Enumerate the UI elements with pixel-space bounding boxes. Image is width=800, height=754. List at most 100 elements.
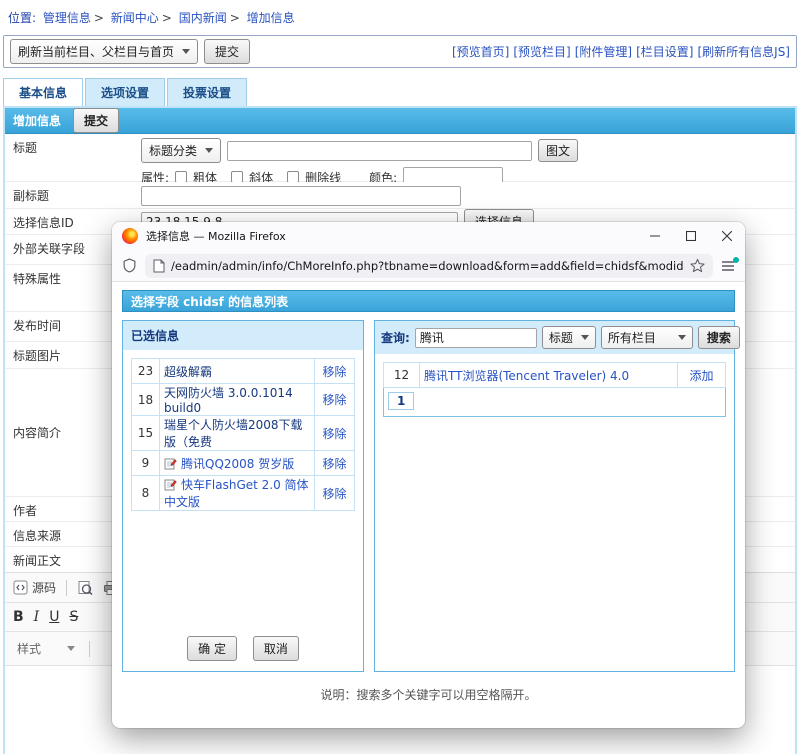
result-id: 12: [384, 363, 420, 388]
search-field-value: 标题: [549, 329, 573, 346]
selected-info-header: 已选信息: [123, 321, 363, 350]
bold-button[interactable]: B: [13, 609, 24, 625]
title-category-select[interactable]: 标题分类: [141, 138, 221, 163]
refresh-submit-button[interactable]: 提交: [204, 39, 250, 64]
info-id: 15: [132, 416, 160, 451]
breadcrumb-separator: >: [94, 11, 104, 25]
search-button[interactable]: 搜索: [698, 326, 740, 349]
chevron-down-icon: [678, 335, 686, 340]
info-id: 18: [132, 384, 160, 416]
subtitle-label: 副标题: [5, 182, 135, 208]
info-title-link[interactable]: 腾讯QQ2008 贺岁版: [160, 451, 315, 476]
refresh-all-js-link[interactable]: [刷新所有信息JS]: [697, 43, 790, 60]
column-select[interactable]: 所有栏目: [601, 326, 693, 349]
browser-urlbar: /eadmin/admin/info/ChMoreInfo.php?tbname…: [112, 250, 745, 282]
attachment-manage-link[interactable]: [附件管理]: [575, 43, 632, 60]
page-number[interactable]: 1: [388, 392, 414, 410]
breadcrumb-separator: >: [230, 11, 240, 25]
notification-dot: [733, 257, 739, 263]
close-button[interactable]: [709, 222, 745, 250]
info-title-link[interactable]: 快车FlashGet 2.0 简体中文版: [160, 476, 315, 511]
title-input[interactable]: [227, 141, 532, 161]
source-code-icon: [13, 580, 28, 595]
cancel-button[interactable]: 取消: [253, 636, 299, 661]
breadcrumb-separator: >: [162, 11, 172, 25]
refresh-scope-select[interactable]: 刷新当前栏目、父栏目与首页: [10, 39, 198, 64]
search-field-select[interactable]: 标题: [542, 326, 596, 349]
breadcrumb-link-manage-info[interactable]: 管理信息: [43, 11, 91, 25]
title-row: 标题 标题分类 图文 属性: 粗体 斜体 删除线 颜色:: [5, 134, 795, 182]
remove-link[interactable]: 移除: [315, 476, 355, 511]
search-panel: 查询: 标题 所有栏目 搜索 12 腾讯TT浏览器(Tencen: [374, 320, 735, 672]
strikethrough-button[interactable]: S: [69, 609, 78, 625]
info-title: 瑞星个人防火墙2008下载版（免费: [160, 416, 315, 451]
table-row: 8 快车FlashGet 2.0 简体中文版 移除: [132, 476, 355, 511]
maximize-button[interactable]: [673, 222, 709, 250]
toolbar-divider: [89, 641, 90, 657]
subtitle-input[interactable]: [141, 186, 461, 206]
remove-link[interactable]: 移除: [315, 359, 355, 384]
column-settings-link[interactable]: [栏目设置]: [636, 43, 693, 60]
breadcrumb-link-news-center[interactable]: 新闻中心: [111, 11, 159, 25]
firefox-icon: [122, 228, 138, 244]
tab-basic-info[interactable]: 基本信息: [3, 78, 83, 106]
form-header: 增加信息 提交: [5, 108, 795, 134]
url-field[interactable]: /eadmin/admin/info/ChMoreInfo.php?tbname…: [145, 254, 713, 278]
shield-icon[interactable]: [122, 258, 137, 273]
bookmark-star-icon[interactable]: [690, 258, 705, 273]
edit-icon: [164, 478, 177, 491]
info-id: 9: [132, 451, 160, 476]
minimize-button[interactable]: [637, 222, 673, 250]
breadcrumb-current-add-info[interactable]: 增加信息: [247, 11, 295, 25]
window-titlebar[interactable]: 选择信息 — Mozilla Firefox: [112, 222, 745, 250]
style-select[interactable]: 样式: [13, 638, 79, 659]
add-link[interactable]: 添加: [678, 363, 726, 388]
preview-column-link[interactable]: [预览栏目]: [513, 43, 570, 60]
breadcrumb-label: 位置:: [8, 11, 36, 25]
underline-button[interactable]: U: [49, 609, 59, 625]
popup-body: 选择字段 chidsf 的信息列表 已选信息 23 超级解霸 移除 18 天网防…: [112, 282, 745, 703]
form-submit-button[interactable]: 提交: [73, 108, 119, 133]
title-label: 标题: [5, 134, 135, 181]
table-row: 23 超级解霸 移除: [132, 359, 355, 384]
close-icon: [722, 231, 732, 241]
subtitle-row: 副标题: [5, 182, 795, 209]
chevron-down-icon: [67, 646, 75, 651]
ok-button[interactable]: 确 定: [187, 636, 237, 661]
popup-note: 说明：搜索多个关键字可以用空格隔开。: [122, 686, 735, 703]
source-code-label: 源码: [32, 579, 56, 596]
source-code-button[interactable]: 源码: [13, 579, 56, 596]
page-icon: [153, 259, 165, 273]
list-header: 选择字段 chidsf 的信息列表: [122, 290, 735, 312]
breadcrumb-link-domestic-news[interactable]: 国内新闻: [179, 11, 227, 25]
form-header-title: 增加信息: [13, 112, 61, 129]
query-input[interactable]: [415, 328, 537, 348]
preview-home-link[interactable]: [预览首页]: [452, 43, 509, 60]
tab-vote-settings[interactable]: 投票设置: [167, 78, 247, 106]
url-text: /eadmin/admin/info/ChMoreInfo.php?tbname…: [171, 259, 684, 273]
query-label: 查询:: [381, 329, 410, 346]
dialog-buttons: 确 定 取消: [123, 636, 363, 661]
maximize-icon: [686, 231, 696, 241]
remove-link[interactable]: 移除: [315, 451, 355, 476]
chevron-down-icon: [205, 148, 213, 153]
search-result-table: 12 腾讯TT浏览器(Tencent Traveler) 4.0 添加 1: [383, 362, 726, 417]
style-select-value: 样式: [17, 640, 41, 657]
remove-link[interactable]: 移除: [315, 384, 355, 416]
preview-button[interactable]: [77, 580, 93, 596]
result-title-link[interactable]: 腾讯TT浏览器(Tencent Traveler) 4.0: [420, 363, 678, 388]
remove-link[interactable]: 移除: [315, 416, 355, 451]
refresh-scope-select-value: 刷新当前栏目、父栏目与首页: [18, 43, 174, 60]
table-row: 9 腾讯QQ2008 贺岁版 移除: [132, 451, 355, 476]
window-controls: [637, 222, 745, 250]
italic-button[interactable]: I: [34, 609, 40, 625]
chevron-down-icon: [581, 335, 589, 340]
table-row: 18 天网防火墙 3.0.0.1014 build0 移除: [132, 384, 355, 416]
toolbar-divider: [66, 580, 67, 596]
info-title: 超级解霸: [160, 359, 315, 384]
tab-option-settings[interactable]: 选项设置: [85, 78, 165, 106]
search-bar: 查询: 标题 所有栏目 搜索: [375, 321, 734, 354]
tuwen-button[interactable]: 图文: [538, 139, 578, 162]
menu-button[interactable]: [721, 260, 735, 272]
info-title: 天网防火墙 3.0.0.1014 build0: [160, 384, 315, 416]
